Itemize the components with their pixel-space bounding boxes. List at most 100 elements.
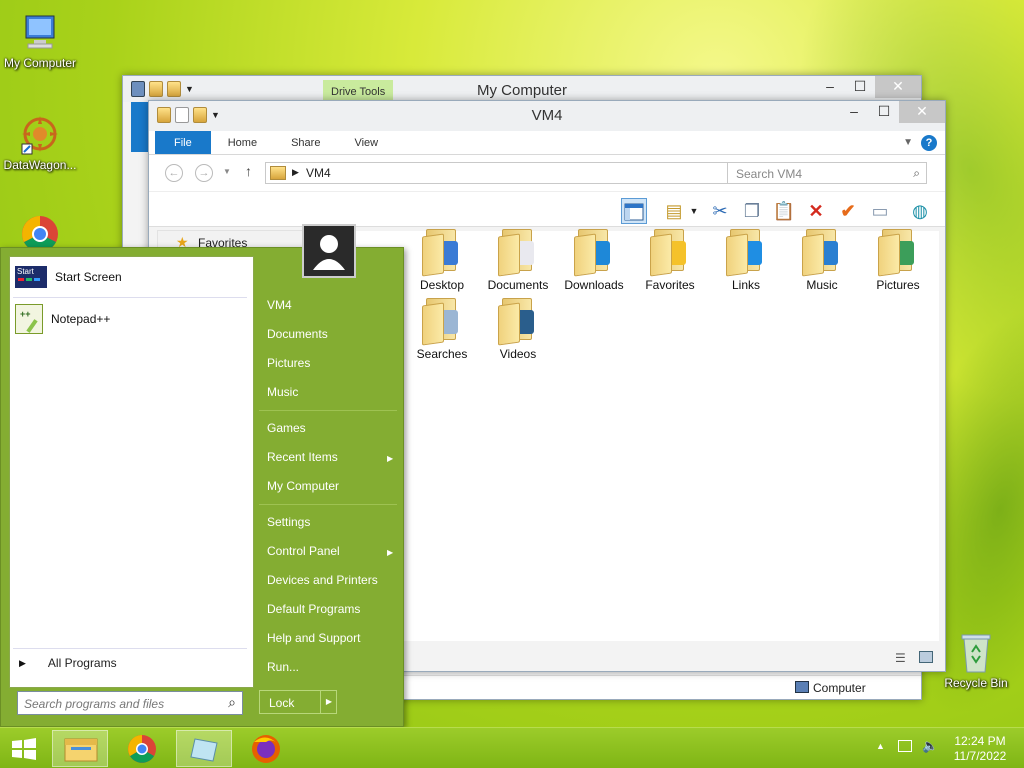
network-icon[interactable] — [898, 740, 912, 752]
start-right-item-vm4[interactable]: VM4 — [267, 298, 292, 312]
tab-file[interactable]: File — [155, 131, 211, 154]
start-right-item-pictures[interactable]: Pictures — [267, 356, 310, 370]
tab-home[interactable]: Home — [211, 131, 274, 154]
folder-item[interactable]: Pictures — [860, 229, 936, 292]
start-right-item-documents[interactable]: Documents — [267, 327, 328, 341]
start-screen-icon: Start — [15, 266, 47, 288]
recent-locations-icon[interactable]: ▼ — [223, 167, 231, 176]
start-right-item-run[interactable]: Run... — [267, 660, 299, 674]
rename-check-icon[interactable]: ✔ — [835, 198, 861, 224]
start-right-item-my-computer[interactable]: My Computer — [267, 479, 339, 493]
folder-item[interactable]: Downloads — [556, 229, 632, 292]
desktop-folder-icon — [422, 229, 462, 277]
taskbar-chrome[interactable] — [114, 730, 170, 767]
forward-button[interactable]: → — [195, 164, 213, 182]
clock-date: 11/7/2022 — [953, 749, 1007, 763]
search-icon: ⌕ — [913, 166, 920, 180]
folder-label: Desktop — [419, 278, 465, 292]
network-globe-icon[interactable]: ◍ — [907, 198, 933, 224]
vm4-titlebar[interactable]: ▼ VM4 – ☐ ✕ — [149, 101, 945, 131]
start-search-input[interactable]: Search programs and files ⌕ — [17, 691, 243, 715]
start-right-item-devices-and-printers[interactable]: Devices and Printers — [267, 573, 378, 587]
view-details-icon[interactable]: ☰ — [895, 651, 906, 665]
start-right-divider — [259, 410, 397, 411]
view-large-icons-icon[interactable] — [919, 651, 933, 663]
folder-item[interactable]: Desktop — [404, 229, 480, 292]
start-right-item-games[interactable]: Games — [267, 421, 306, 435]
cut-icon[interactable]: ✂ — [707, 198, 733, 224]
folder-item[interactable]: Music — [784, 229, 860, 292]
start-right-item-help-and-support[interactable]: Help and Support — [267, 631, 360, 645]
breadcrumb-vm4[interactable]: VM4 — [306, 166, 331, 180]
preview-pane-button[interactable] — [621, 198, 647, 224]
close-button[interactable]: ✕ — [875, 76, 921, 98]
folder-item[interactable]: Documents — [480, 229, 556, 292]
folder-item[interactable]: Favorites — [632, 229, 708, 292]
tray-show-hidden-icon[interactable]: ▲ — [876, 741, 885, 751]
notepad-window-icon — [190, 738, 218, 762]
close-button[interactable]: ✕ — [899, 101, 945, 123]
folder-item[interactable]: Links — [708, 229, 784, 292]
window-title: VM4 — [531, 107, 563, 124]
desktop-icon-my-computer[interactable]: My Computer — [0, 10, 80, 70]
lock-options-icon[interactable]: ▶ — [320, 691, 337, 713]
lock-button[interactable]: Lock ▶ — [259, 690, 337, 714]
notepadpp-label: Notepad++ — [51, 312, 111, 326]
window-controls: – ☐ ✕ — [839, 101, 945, 123]
taskbar-firefox[interactable] — [238, 730, 294, 767]
folder-label: Pictures — [876, 278, 920, 292]
tab-share[interactable]: Share — [274, 131, 337, 154]
clock-time: 12:24 PM — [954, 734, 1006, 748]
all-programs-label: All Programs — [47, 656, 117, 670]
start-right-item-recent-items[interactable]: Recent Items — [267, 450, 338, 464]
paste-icon[interactable]: 📋 — [771, 198, 797, 224]
videos-folder-icon — [498, 298, 538, 346]
start-icon-text: Start — [17, 267, 34, 276]
user-avatar[interactable] — [302, 224, 356, 278]
ribbon-expand-icon[interactable]: ▼ — [903, 131, 921, 154]
volume-icon[interactable]: 🔈 — [922, 738, 938, 754]
folder-item[interactable]: Videos — [480, 298, 556, 361]
start-right-item-music[interactable]: Music — [267, 385, 298, 399]
command-toolbar: ▤ ▼ ✂ ❐ 📋 ✕ ✔ ▭ ◍ — [149, 191, 945, 227]
desktop-icon-label: Recycle Bin — [944, 676, 1008, 690]
search-input[interactable]: Search VM4 ⌕ — [727, 162, 927, 184]
maximize-button[interactable]: ☐ — [845, 76, 875, 98]
lock-label: Lock — [269, 696, 295, 710]
up-button[interactable]: ↑ — [245, 163, 252, 179]
my-computer-titlebar[interactable]: ▼ Drive Tools My Computer – ☐ ✕ — [123, 76, 921, 102]
desktop-icon-recycle-bin[interactable]: Recycle Bin — [936, 630, 1016, 690]
copy-icon[interactable]: ❐ — [739, 198, 765, 224]
start-button[interactable] — [0, 730, 48, 767]
window-title: My Computer — [476, 82, 568, 99]
all-programs-arrow-icon: ▶ — [19, 657, 26, 668]
start-right-item-control-panel[interactable]: Control Panel — [267, 544, 340, 558]
taskbar-app[interactable] — [176, 730, 232, 767]
taskbar-file-explorer[interactable] — [52, 730, 108, 767]
tab-view[interactable]: View — [337, 131, 395, 154]
properties-button-icon[interactable]: ▭ — [867, 198, 893, 224]
all-programs-item[interactable]: ▶ All Programs — [19, 656, 117, 670]
desktop-icon-datawagon[interactable]: DataWagon... — [0, 112, 80, 172]
minimize-button[interactable]: – — [839, 101, 869, 123]
start-right-item-default-programs[interactable]: Default Programs — [267, 602, 360, 616]
start-right-item-settings[interactable]: Settings — [267, 515, 310, 529]
music-folder-icon — [802, 229, 842, 277]
start-right-divider — [259, 504, 397, 505]
start-screen-item[interactable]: Start Start Screen — [15, 266, 122, 288]
folder-item[interactable]: Searches — [404, 298, 480, 361]
folder-label: Downloads — [564, 278, 624, 292]
select-all-icon[interactable]: ▤ — [661, 198, 687, 224]
breadcrumb-chevron-icon[interactable]: ▶ — [292, 167, 299, 178]
back-button[interactable]: ← — [165, 164, 183, 182]
clock[interactable]: 12:24 PM 11/7/2022 — [950, 734, 1010, 764]
start-left-divider — [13, 648, 247, 649]
minimize-button[interactable]: – — [815, 76, 845, 98]
notepadpp-item[interactable]: ++ Notepad++ — [15, 304, 110, 334]
delete-icon[interactable]: ✕ — [803, 198, 829, 224]
options-dropdown-icon[interactable]: ▼ — [687, 198, 701, 224]
help-icon[interactable]: ? — [921, 135, 937, 151]
start-search-placeholder: Search programs and files — [24, 697, 165, 711]
folder-label: Videos — [499, 347, 537, 361]
maximize-button[interactable]: ☐ — [869, 101, 899, 123]
